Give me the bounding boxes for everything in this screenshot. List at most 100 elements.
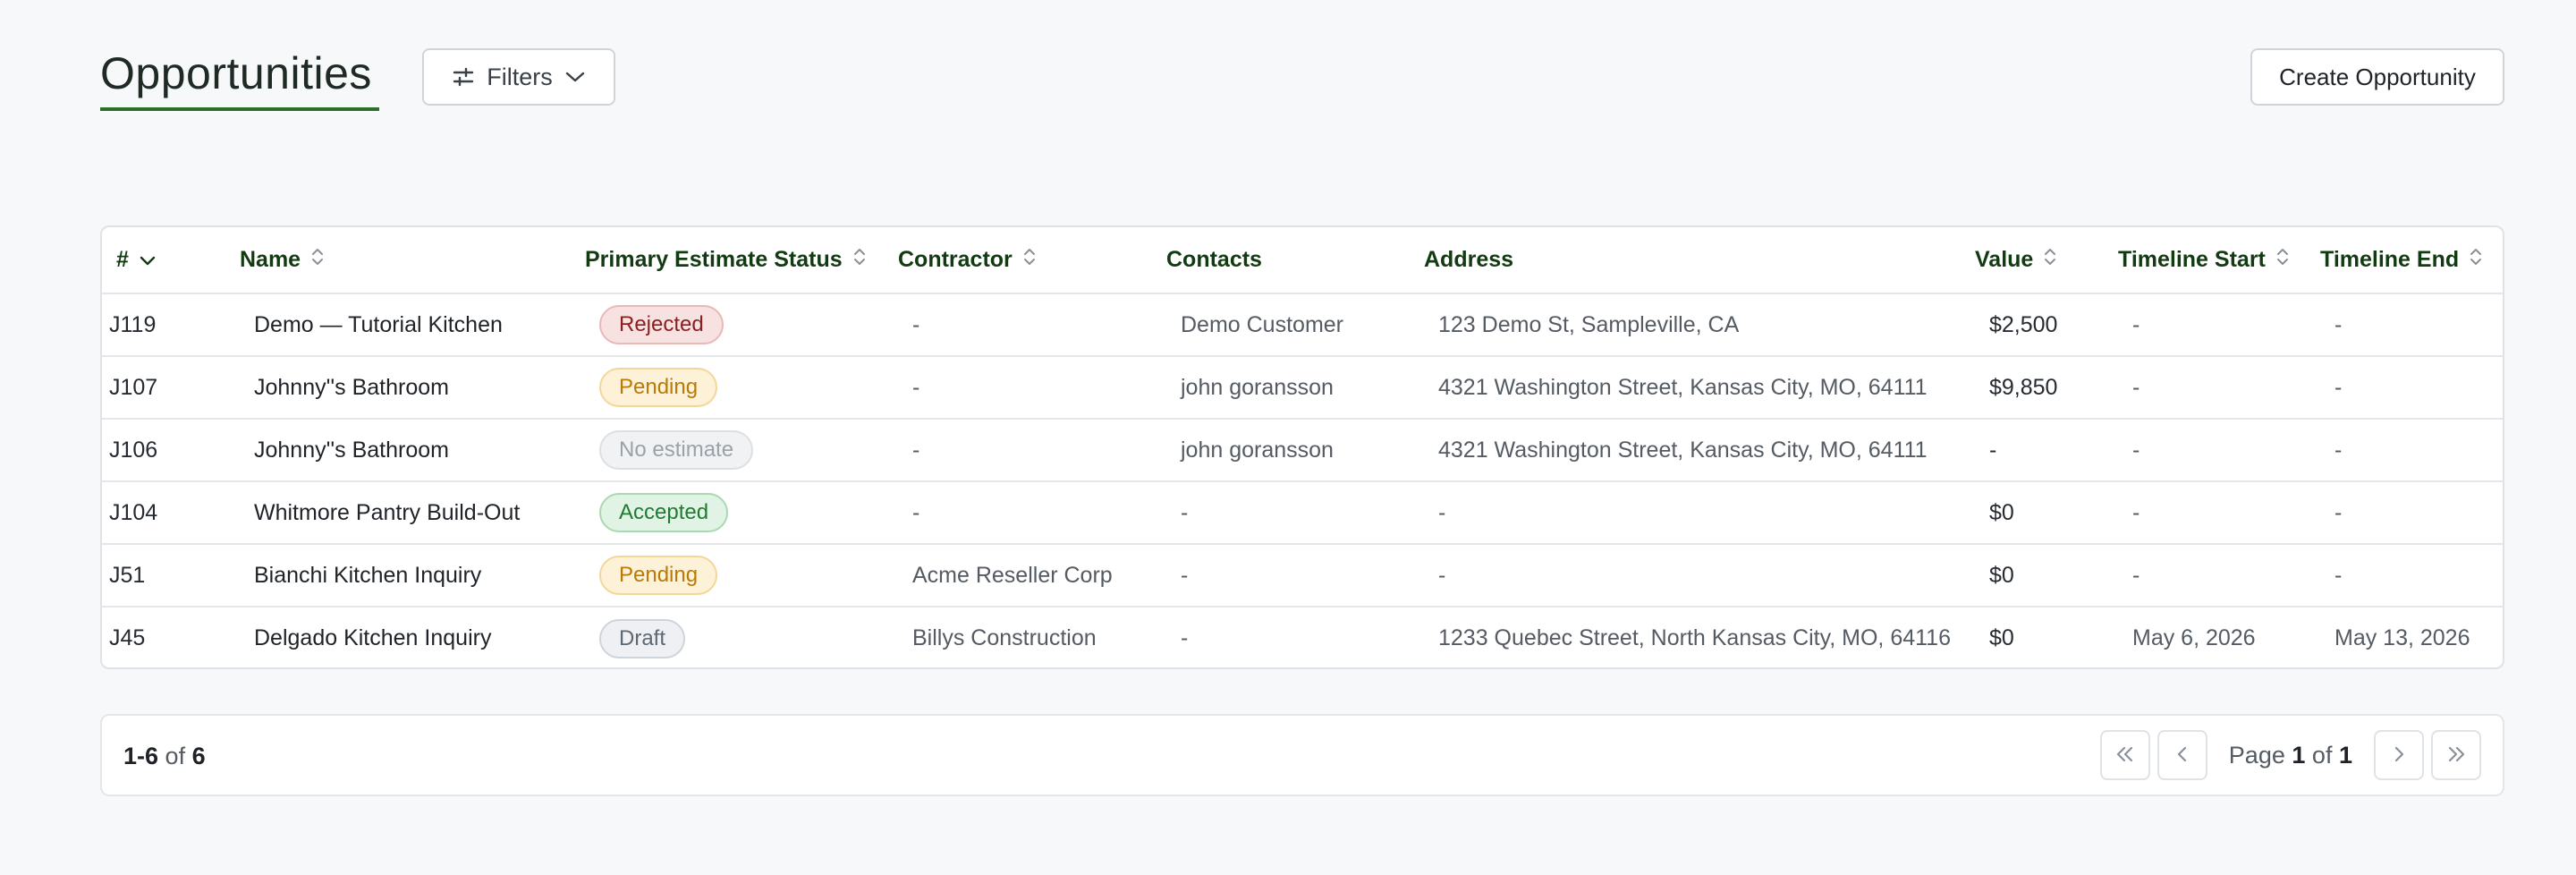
cell-num: J107 (109, 374, 158, 400)
cell-contacts: - (1181, 625, 1189, 650)
cell-address: 123 Demo St, Sampleville, CA (1438, 311, 1740, 337)
table-row[interactable]: J119 Demo — Tutorial Kitchen Rejected - … (102, 293, 2503, 356)
sliders-icon (453, 67, 474, 87)
cell-num: J106 (109, 437, 158, 463)
cell-contractor: - (912, 374, 920, 400)
cell-contacts: - (1181, 499, 1189, 525)
cell-value: - (1989, 437, 1997, 463)
cell-contacts: john goransson (1181, 374, 1334, 400)
cell-address: 4321 Washington Street, Kansas City, MO,… (1438, 437, 1928, 463)
chevrons-left-icon (2114, 745, 2136, 766)
sort-icon (853, 247, 866, 273)
page-title: Opportunities (100, 48, 372, 98)
title-underline (100, 107, 379, 111)
sort-icon (1023, 247, 1036, 273)
prev-page-button[interactable] (2157, 730, 2207, 780)
cell-value: $2,500 (1989, 311, 2058, 337)
cell-timeline-end: - (2334, 437, 2343, 463)
pagination-bar: 1-6 of 6 Page 1 of 1 (100, 714, 2504, 796)
table-header-row: # Name Primary Estimate Status Contracto… (102, 227, 2503, 293)
cell-contractor: Billys Construction (912, 625, 1097, 650)
cell-timeline-start: - (2132, 374, 2140, 400)
table-row[interactable]: J106 Johnny''s Bathroom No estimate - jo… (102, 419, 2503, 481)
cell-timeline-end: - (2334, 374, 2343, 400)
cell-value: $0 (1989, 562, 2014, 588)
cell-timeline-start: - (2132, 562, 2140, 588)
sort-icon (2470, 247, 2482, 273)
first-page-button[interactable] (2099, 730, 2150, 780)
cell-name[interactable]: Delgado Kitchen Inquiry (225, 607, 571, 667)
cell-address: 4321 Washington Street, Kansas City, MO,… (1438, 374, 1928, 400)
table-row[interactable]: J107 Johnny''s Bathroom Pending - john g… (102, 356, 2503, 419)
sort-icon (2276, 247, 2289, 273)
column-header-name[interactable]: Name (225, 227, 571, 293)
column-header-num[interactable]: # (102, 227, 225, 293)
filters-label: Filters (487, 63, 553, 90)
cell-contractor: - (912, 311, 920, 337)
status-badge: Rejected (599, 305, 724, 344)
opportunities-page: Opportunities Filters Create Opportunity (0, 0, 2576, 875)
cell-value: $0 (1989, 625, 2014, 650)
cell-timeline-end: - (2334, 311, 2343, 337)
chevron-right-icon (2392, 745, 2406, 766)
cell-name[interactable]: Johnny''s Bathroom (225, 356, 571, 419)
cell-contacts: Demo Customer (1181, 311, 1343, 337)
cell-value: $9,850 (1989, 374, 2058, 400)
results-range: 1-6 of 6 (123, 743, 206, 769)
cell-status: Accepted (571, 481, 884, 544)
filters-button[interactable]: Filters (422, 48, 615, 106)
sort-icon (2044, 247, 2056, 273)
cell-contractor: - (912, 499, 920, 525)
create-opportunity-button[interactable]: Create Opportunity (2250, 48, 2504, 106)
cell-num: J45 (109, 625, 146, 650)
table-row[interactable]: J104 Whitmore Pantry Build-Out Accepted … (102, 481, 2503, 544)
cell-num: J51 (109, 562, 146, 588)
cell-name[interactable]: Demo — Tutorial Kitchen (225, 293, 571, 356)
cell-status: No estimate (571, 419, 884, 481)
chevron-down-icon (565, 71, 585, 83)
column-header-value[interactable]: Value (1961, 227, 2104, 293)
cell-name[interactable]: Johnny''s Bathroom (225, 419, 571, 481)
table-row[interactable]: J45 Delgado Kitchen Inquiry Draft Billys… (102, 607, 2503, 667)
cell-address: 1233 Quebec Street, North Kansas City, M… (1438, 625, 1951, 650)
page-indicator: Page 1 of 1 (2228, 741, 2352, 769)
cell-timeline-end: - (2334, 562, 2343, 588)
cell-address: - (1438, 499, 1446, 525)
last-page-button[interactable] (2431, 730, 2481, 780)
cell-contractor: - (912, 437, 920, 463)
chevrons-right-icon (2445, 745, 2467, 766)
cell-value: $0 (1989, 499, 2014, 525)
cell-address: - (1438, 562, 1446, 588)
next-page-button[interactable] (2374, 730, 2424, 780)
status-badge: No estimate (599, 430, 754, 470)
column-header-status[interactable]: Primary Estimate Status (571, 227, 884, 293)
sort-icon (311, 247, 324, 273)
column-header-contacts: Contacts (1166, 247, 1262, 272)
column-header-contractor[interactable]: Contractor (884, 227, 1152, 293)
cell-contacts: - (1181, 562, 1189, 588)
status-badge: Pending (599, 556, 718, 595)
column-header-timeline-start[interactable]: Timeline Start (2104, 227, 2306, 293)
table-row[interactable]: J51 Bianchi Kitchen Inquiry Pending Acme… (102, 544, 2503, 607)
cell-timeline-start: - (2132, 311, 2140, 337)
opportunities-table: # Name Primary Estimate Status Contracto… (100, 225, 2504, 669)
column-header-timeline-end[interactable]: Timeline End (2306, 227, 2503, 293)
chevron-left-icon (2175, 745, 2190, 766)
status-badge: Draft (599, 618, 686, 658)
cell-contacts: john goransson (1181, 437, 1334, 463)
cell-name[interactable]: Whitmore Pantry Build-Out (225, 481, 571, 544)
cell-timeline-start: - (2132, 437, 2140, 463)
status-badge: Accepted (599, 493, 729, 532)
cell-name[interactable]: Bianchi Kitchen Inquiry (225, 544, 571, 607)
cell-status: Draft (571, 607, 884, 667)
cell-status: Rejected (571, 293, 884, 356)
cell-status: Pending (571, 544, 884, 607)
cell-status: Pending (571, 356, 884, 419)
cell-timeline-start: - (2132, 499, 2140, 525)
cell-num: J104 (109, 499, 158, 525)
column-header-address: Address (1424, 247, 1514, 272)
cell-contractor: Acme Reseller Corp (912, 562, 1113, 588)
cell-timeline-end: May 13, 2026 (2334, 625, 2470, 650)
cell-timeline-end: - (2334, 499, 2343, 525)
cell-num: J119 (109, 311, 157, 337)
